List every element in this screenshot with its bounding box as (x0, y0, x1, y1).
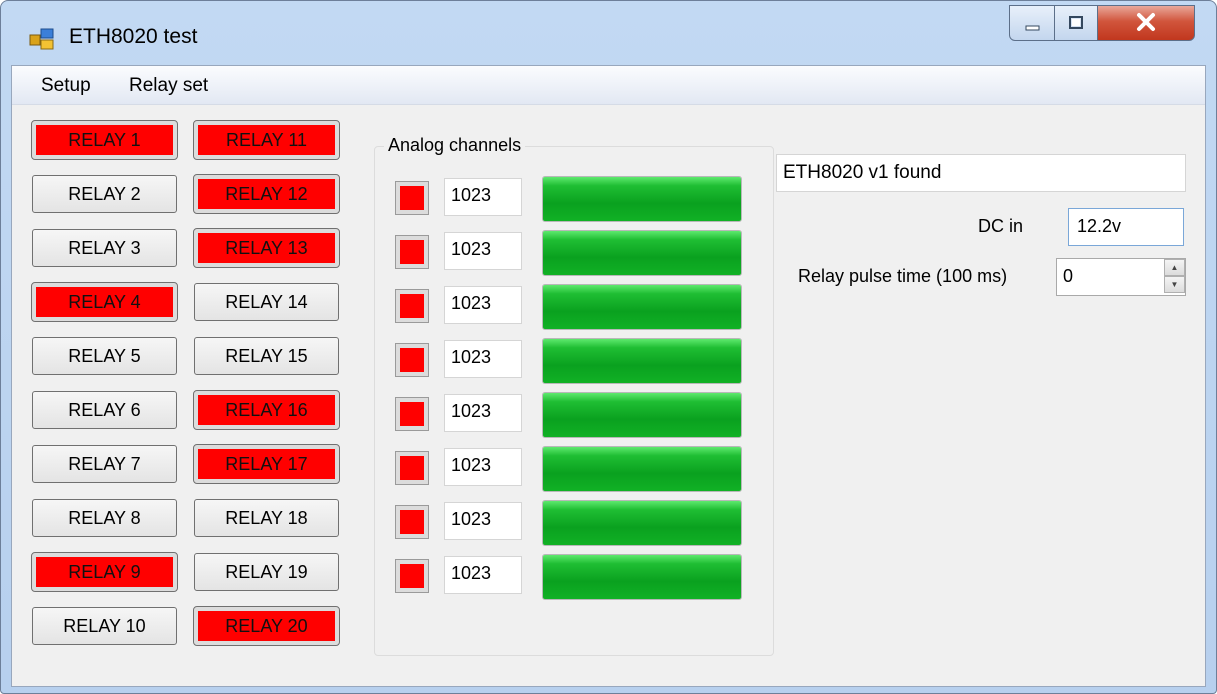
channel-value[interactable]: 1023 (444, 286, 522, 324)
channel-indicator (395, 343, 429, 377)
relay-button-8[interactable]: RELAY 8 (32, 499, 177, 537)
minimize-icon (1025, 25, 1040, 31)
channel-level-bar (542, 284, 742, 330)
channel-level-fill (543, 285, 741, 329)
channel-level-fill (543, 339, 741, 383)
channel-level-fill (543, 231, 741, 275)
channel-level-fill (543, 501, 741, 545)
channel-level-fill (543, 555, 741, 599)
title-bar[interactable]: ETH8020 test (1, 1, 1216, 63)
channel-level-bar (542, 554, 742, 600)
channel-level-fill (543, 177, 741, 221)
relay-button-2[interactable]: RELAY 2 (32, 175, 177, 213)
relay-button-13[interactable]: RELAY 13 (193, 228, 340, 268)
channel-level-fill (543, 393, 741, 437)
channel-indicator (395, 289, 429, 323)
channel-level-fill (543, 447, 741, 491)
relay-button-20[interactable]: RELAY 20 (193, 606, 340, 646)
relay-button-14[interactable]: RELAY 14 (194, 283, 339, 321)
channel-value[interactable]: 1023 (444, 448, 522, 486)
relay-button-11[interactable]: RELAY 11 (193, 120, 340, 160)
close-button[interactable] (1097, 5, 1195, 41)
channel-indicator (395, 559, 429, 593)
relay-button-16[interactable]: RELAY 16 (193, 390, 340, 430)
relay-button-6[interactable]: RELAY 6 (32, 391, 177, 429)
relay-button-5[interactable]: RELAY 5 (32, 337, 177, 375)
analog-channels-title: Analog channels (384, 135, 526, 156)
maximize-button[interactable] (1054, 5, 1098, 41)
channel-value[interactable]: 1023 (444, 232, 522, 270)
spin-up-icon[interactable]: ▲ (1164, 259, 1185, 276)
channel-value[interactable]: 1023 (444, 502, 522, 540)
menu-relay-set[interactable]: Relay set (129, 75, 208, 97)
pulse-time-spinner[interactable]: ▲ ▼ (1164, 259, 1185, 295)
relay-button-19[interactable]: RELAY 19 (194, 553, 339, 591)
app-icon (29, 28, 54, 50)
channel-indicator (395, 451, 429, 485)
channel-indicator (395, 235, 429, 269)
relay-button-17[interactable]: RELAY 17 (193, 444, 340, 484)
channel-level-bar (542, 392, 742, 438)
dc-in-label: DC in (978, 216, 1024, 236)
channel-level-bar (542, 176, 742, 222)
dc-in-field[interactable]: 12.2v (1068, 208, 1184, 246)
menu-setup[interactable]: Setup (41, 75, 91, 97)
status-field[interactable]: ETH8020 v1 found (776, 154, 1186, 192)
channel-level-bar (542, 338, 742, 384)
minimize-button[interactable] (1009, 5, 1055, 41)
main-window: ETH8020 test Setup Relay set RELAY 1 RELA… (0, 0, 1217, 694)
channel-level-bar (542, 446, 742, 492)
relay-button-3[interactable]: RELAY 3 (32, 229, 177, 267)
channel-indicator (395, 397, 429, 431)
close-icon (1137, 13, 1155, 31)
pulse-time-label: Relay pulse time (100 ms) (798, 266, 1008, 286)
channel-level-bar (542, 230, 742, 276)
channel-indicator (395, 505, 429, 539)
channel-value[interactable]: 1023 (444, 394, 522, 432)
relay-button-4[interactable]: RELAY 4 (31, 282, 178, 322)
relay-button-7[interactable]: RELAY 7 (32, 445, 177, 483)
relay-button-9[interactable]: RELAY 9 (31, 552, 178, 592)
channel-level-bar (542, 500, 742, 546)
relay-button-12[interactable]: RELAY 12 (193, 174, 340, 214)
relay-button-18[interactable]: RELAY 18 (194, 499, 339, 537)
window-title: ETH8020 test (69, 25, 198, 48)
channel-indicator (395, 181, 429, 215)
maximize-icon (1069, 16, 1083, 29)
channel-value[interactable]: 1023 (444, 178, 522, 216)
client-area: Setup Relay set RELAY 1 RELAY 2 RELAY 3 REL… (11, 65, 1206, 687)
channel-value[interactable]: 1023 (444, 556, 522, 594)
channel-value[interactable]: 1023 (444, 340, 522, 378)
relay-button-10[interactable]: RELAY 10 (32, 607, 177, 645)
menu-bar: Setup Relay set (12, 66, 1205, 105)
relay-button-1[interactable]: RELAY 1 (31, 120, 178, 160)
spin-down-icon[interactable]: ▼ (1164, 276, 1185, 293)
relay-button-15[interactable]: RELAY 15 (194, 337, 339, 375)
